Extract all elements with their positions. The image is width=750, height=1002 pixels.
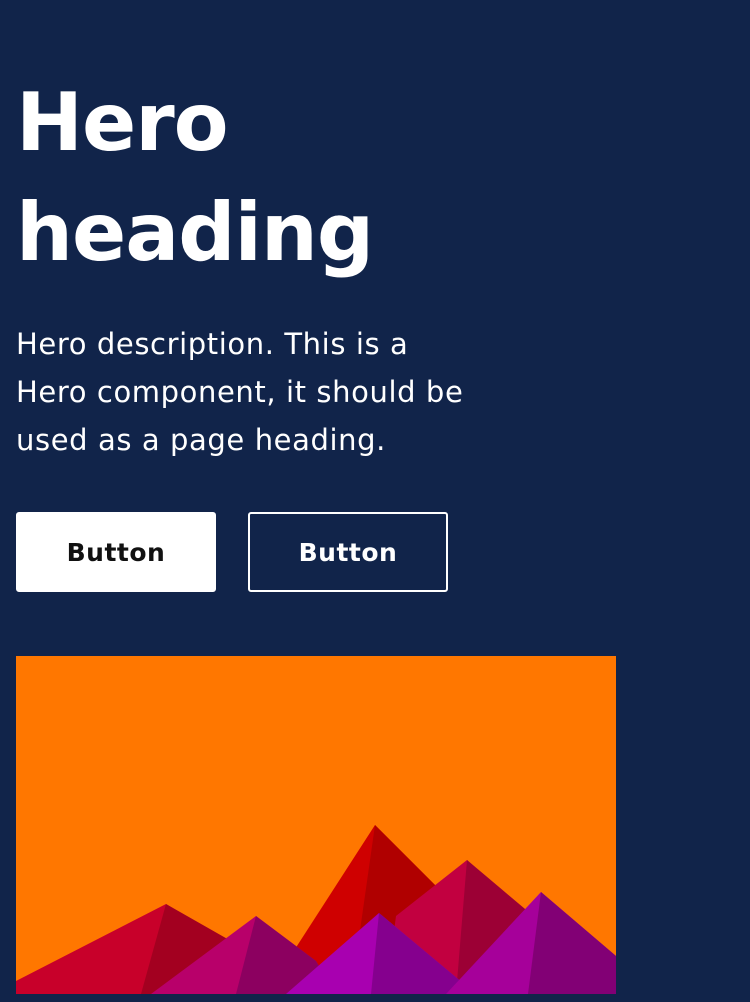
primary-button[interactable]: Button [16,512,216,592]
hero-description: Hero description. This is a Hero compone… [16,327,464,457]
hero-heading: Hero heading [16,76,374,279]
secondary-button[interactable]: Button [248,512,448,592]
hero-mountain-illustration [16,656,616,994]
